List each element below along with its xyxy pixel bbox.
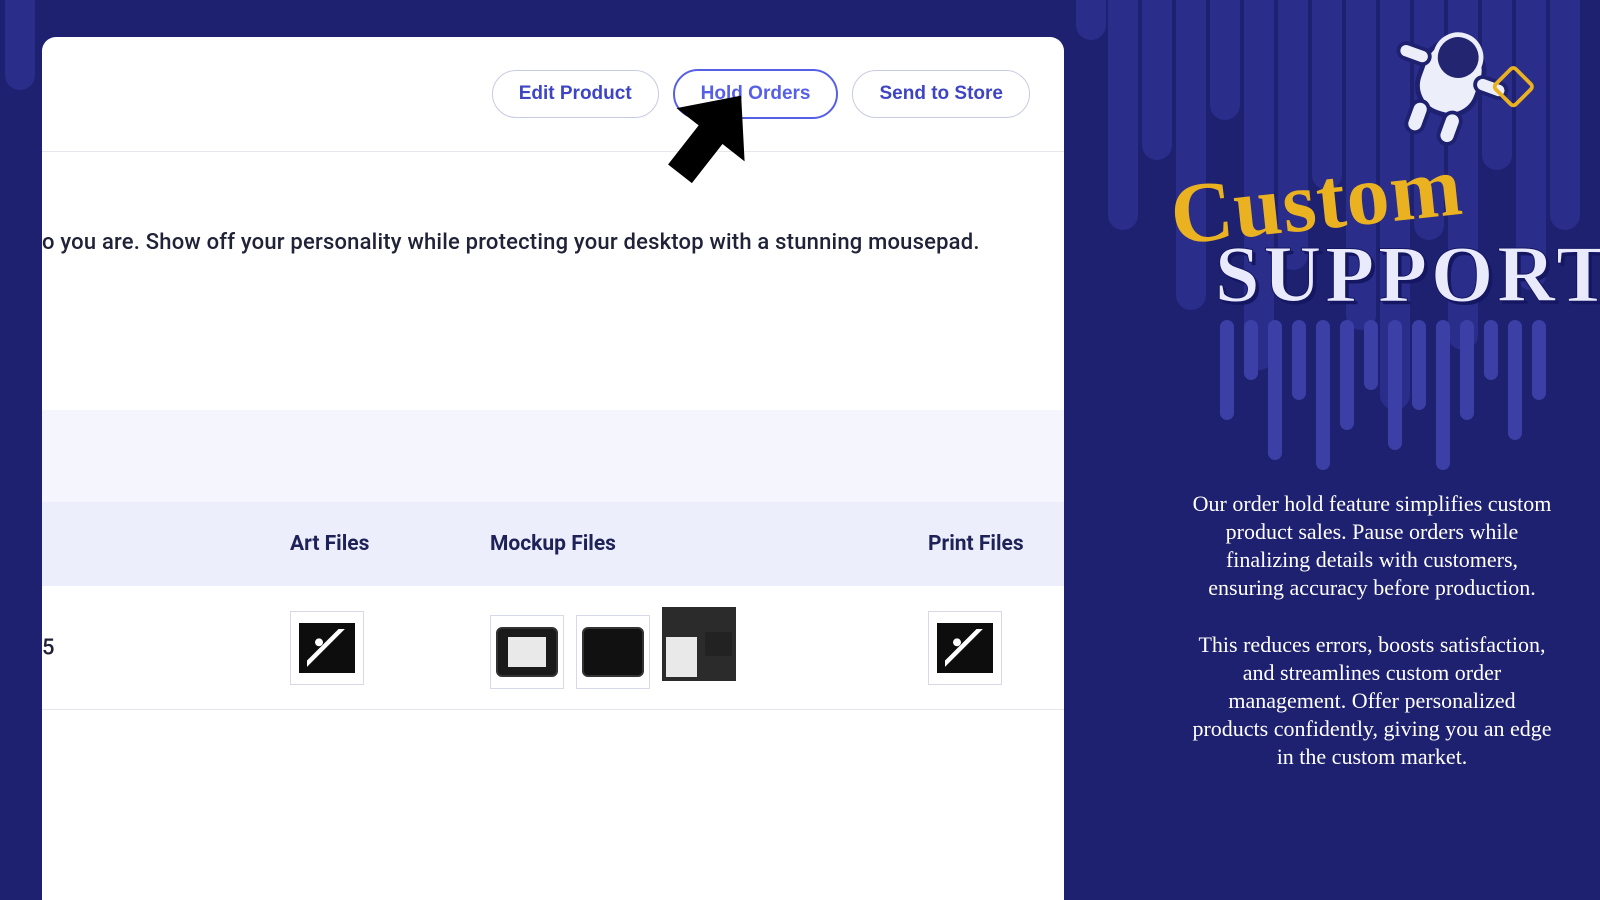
product-description: o you are. Show off your personality whi… — [42, 152, 1064, 410]
column-header-print: Print Files — [928, 532, 1024, 556]
column-header-art: Art Files — [290, 532, 490, 556]
section-spacer — [42, 410, 1064, 502]
edit-product-button[interactable]: Edit Product — [492, 70, 659, 118]
sidebar-body: Our order hold feature simplifies custom… — [1192, 490, 1552, 771]
table-row: 5 — [42, 586, 1064, 710]
hold-orders-button[interactable]: Hold Orders — [673, 69, 839, 119]
files-table-header: Art Files Mockup Files Print Files — [42, 502, 1064, 586]
sidebar-para-1: Our order hold feature simplifies custom… — [1192, 490, 1552, 603]
mockup-thumbnail-3[interactable] — [662, 607, 736, 681]
headline-drips-decoration — [1220, 320, 1550, 490]
description-text: o you are. Show off your personality whi… — [42, 230, 980, 255]
sidebar-para-2: This reduces errors, boosts satisfaction… — [1192, 631, 1552, 772]
send-to-store-button[interactable]: Send to Store — [852, 70, 1030, 118]
mockup-files-cell — [490, 607, 928, 689]
panel-toolbar: Edit Product Hold Orders Send to Store — [42, 37, 1064, 152]
mockup-thumbnail-2[interactable] — [576, 615, 650, 689]
mockup-thumbnail-1[interactable] — [490, 615, 564, 689]
print-thumbnail[interactable] — [928, 611, 1002, 685]
column-header-mockup: Mockup Files — [490, 532, 928, 556]
product-panel: Edit Product Hold Orders Send to Store o… — [42, 37, 1064, 900]
art-files-cell — [290, 611, 490, 685]
sidebar-title-support: SUPPORT — [1215, 230, 1600, 321]
info-sidebar: Custom SUPPORT Our order hold feature si… — [1070, 0, 1600, 900]
row-number: 5 — [42, 635, 55, 660]
print-files-cell — [928, 611, 1010, 685]
art-thumbnail[interactable] — [290, 611, 364, 685]
